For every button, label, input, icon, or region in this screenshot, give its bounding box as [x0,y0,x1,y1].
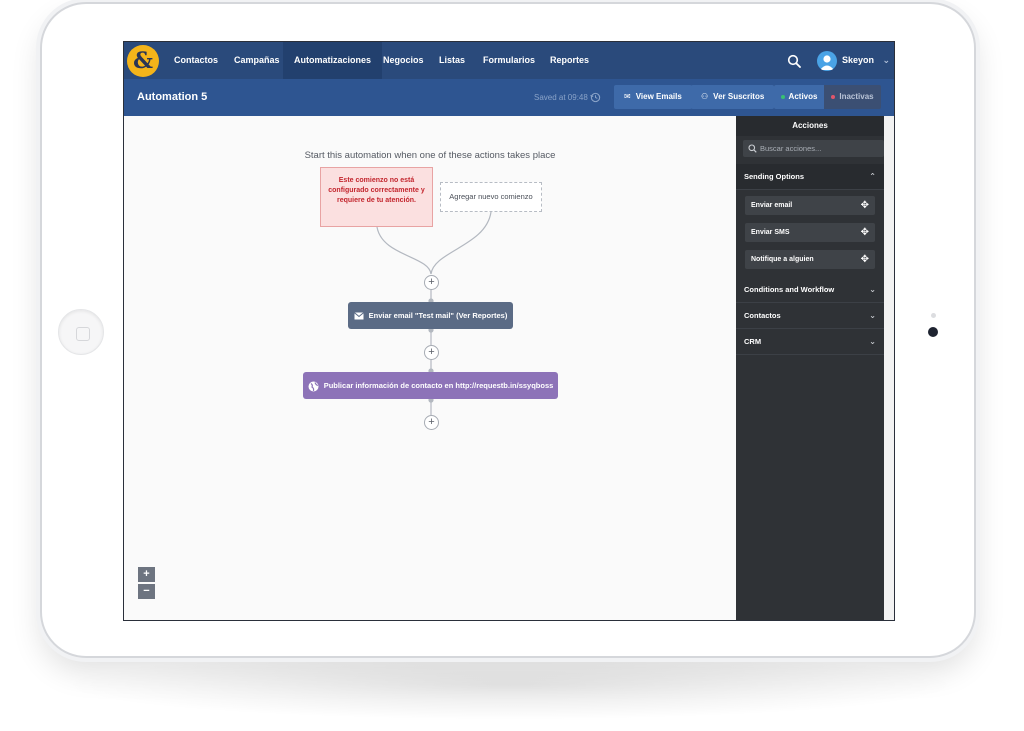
sensor-dot [931,313,936,318]
chevron-down-icon: ⌄ [869,285,876,294]
move-icon[interactable]: ✥ [861,250,869,269]
move-icon[interactable]: ✥ [861,223,869,242]
status-toggle: Activos Inactivas [774,85,881,109]
chevron-down-icon: ⌄ [882,55,891,65]
section-label: CRM [744,337,762,346]
app-screen: & Contactos Campañas Automatizaciones Ne… [123,41,895,621]
start-caption: Start this automation when one of these … [304,150,556,161]
avatar-icon[interactable] [817,51,837,71]
automation-header: Automation 5 Saved at 09:48 ✉ View Emails… [124,79,894,116]
nav-item-formularios[interactable]: Formularios [472,42,546,79]
move-icon[interactable]: ✥ [861,196,869,215]
add-trigger-button[interactable]: Agregar nuevo comienzo [440,182,542,212]
add-step-button[interactable]: + [424,415,439,430]
sidebar-scrollbar[interactable] [884,116,894,620]
section-contactos[interactable]: Contactos ⌄ [736,303,884,329]
activos-toggle[interactable]: Activos [774,85,824,109]
view-emails-button[interactable]: ✉ View Emails [614,85,692,109]
inactive-dot [831,94,836,99]
chevron-down-icon: ⌄ [869,311,876,320]
actions-sidebar: Acciones Buscar acciones... Sending Opti… [736,116,884,620]
nav-item-campanas[interactable]: Campañas [223,42,291,79]
saved-status: Saved at 09:48 [534,93,588,102]
email-step[interactable]: Enviar email "Test mail" (Ver Reportes) [348,302,513,329]
nav-item-negocios[interactable]: Negocios [372,42,435,79]
activos-label: Activos [788,92,818,101]
top-nav: & Contactos Campañas Automatizaciones Ne… [124,42,894,79]
zoom-out-button[interactable]: − [138,584,155,599]
history-icon[interactable] [590,92,601,103]
section-label: Conditions and Workflow [744,285,835,294]
sidebar-title: Acciones [736,116,884,136]
chevron-up-icon: ⌃ [869,172,876,181]
chevron-down-icon: ⌄ [869,337,876,346]
publish-step[interactable]: Publicar información de contacto en http… [303,372,558,399]
nav-item-listas[interactable]: Listas [428,42,476,79]
nav-item-automatizaciones[interactable]: Automatizaciones [283,42,383,79]
user-name: Skeyon [842,55,875,65]
section-sending-options[interactable]: Sending Options ⌃ [736,164,884,190]
action-label: Enviar SMS [751,229,790,236]
envelope-icon [353,312,364,320]
home-button [58,309,104,355]
globe-icon [308,381,319,392]
action-label: Enviar email [751,202,793,209]
search-icon[interactable] [787,54,801,68]
action-notifique[interactable]: Notifique a alguien ✥ [745,250,875,269]
nav-item-contactos[interactable]: Contactos [163,42,229,79]
workflow-canvas[interactable]: Start this automation when one of these … [124,116,736,620]
section-conditions-workflow[interactable]: Conditions and Workflow ⌄ [736,277,884,303]
action-enviar-email[interactable]: Enviar email ✥ [745,196,875,215]
email-step-label: Enviar email "Test mail" (Ver Reportes) [368,311,508,320]
search-placeholder: Buscar acciones... [760,144,822,153]
tablet-shadow [60,650,960,720]
add-step-button[interactable]: + [424,275,439,290]
logo-icon[interactable]: & [127,45,159,77]
nav-item-reportes[interactable]: Reportes [539,42,600,79]
inactivas-toggle[interactable]: Inactivas [824,85,881,109]
section-label: Contactos [744,311,781,320]
publish-step-label: Publicar información de contacto en http… [323,381,554,390]
user-menu[interactable]: Skeyon ⌄ [842,42,890,79]
view-emails-label: View Emails [635,92,682,101]
add-step-button[interactable]: + [424,345,439,360]
camera-dot [928,327,938,337]
ver-suscritos-label: Ver Suscritos [713,92,765,101]
error-trigger[interactable]: Este comienzo no está configurado correc… [320,167,433,227]
inactivas-label: Inactivas [839,92,874,101]
action-label: Notifique a alguien [751,256,814,263]
search-icon [748,144,757,153]
section-label: Sending Options [744,172,804,181]
active-dot [780,94,785,99]
zoom-in-button[interactable]: + [138,567,155,582]
people-icon: ⚇ [701,92,709,101]
ver-suscritos-button[interactable]: ⚇ Ver Suscritos [691,85,775,109]
search-input[interactable]: Buscar acciones... [743,140,884,157]
envelope-icon: ✉ [624,92,631,101]
section-crm[interactable]: CRM ⌄ [736,329,884,355]
automation-title[interactable]: Automation 5 [137,79,207,116]
action-enviar-sms[interactable]: Enviar SMS ✥ [745,223,875,242]
